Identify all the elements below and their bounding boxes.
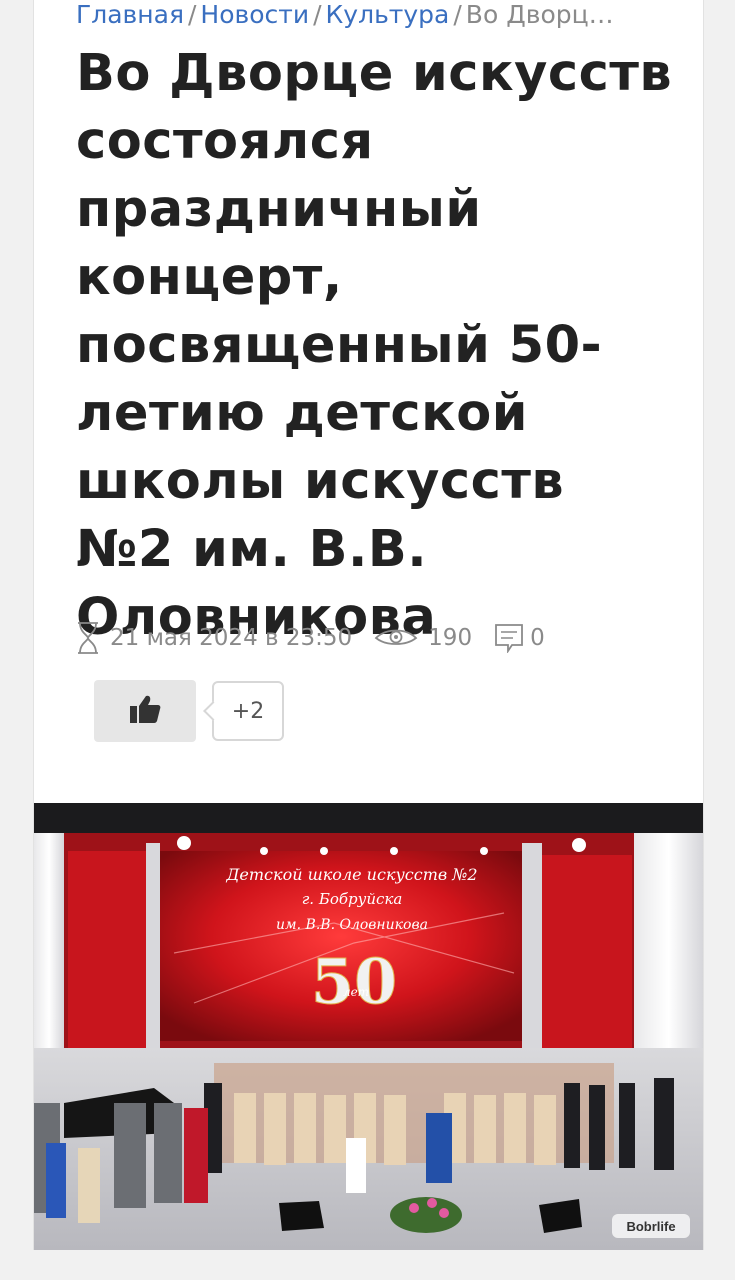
photo-screen-line3: им. В.В. Оловникова (276, 917, 428, 933)
breadcrumb-separator: / (187, 0, 197, 29)
thumbs-up-icon (128, 694, 162, 728)
like-count: +2 (212, 681, 284, 741)
breadcrumb-news-link[interactable]: Новости (200, 0, 309, 29)
article-date-text: 21 мая 2024 в 23:50 (110, 625, 353, 651)
breadcrumb: Главная / Новости / Культура / Во Дворц… (76, 0, 676, 30)
like-button[interactable] (94, 680, 196, 742)
breadcrumb-home-link[interactable]: Главная (76, 0, 184, 29)
article-date: 21 мая 2024 в 23:50 (76, 621, 352, 655)
photo-screen-line1: Детской школе искусств №2 (225, 865, 477, 884)
breadcrumb-separator: / (453, 0, 462, 29)
article-views-count: 190 (428, 625, 473, 651)
article-comments-count: 0 (530, 625, 545, 651)
like-block: +2 (94, 680, 284, 742)
breadcrumb-current: Во Дворц… (465, 0, 614, 29)
breadcrumb-separator: / (313, 0, 322, 29)
article-photo[interactable]: Детской школе искусств №2 г. Бобруйска и… (34, 803, 703, 1250)
photo-screen-number: 50 (311, 945, 397, 1018)
eye-icon (374, 626, 418, 650)
article-card: Главная / Новости / Культура / Во Дворц… Во Дв… (33, 0, 704, 1250)
photo-screen-line2: г. Бобруйска (302, 890, 403, 908)
breadcrumb-culture-link[interactable]: Культура (326, 0, 450, 29)
photo-screen-small: лет (343, 985, 369, 999)
article-comments[interactable]: 0 (494, 623, 545, 653)
article-views: 190 (374, 625, 472, 651)
photo-watermark: Bobrlife (626, 1219, 675, 1234)
comment-icon (494, 623, 524, 653)
hourglass-icon (76, 621, 100, 655)
article-title: Во Дворце искусств состоялся праздничный… (76, 44, 673, 647)
article-meta: 21 мая 2024 в 23:50 190 0 (76, 620, 567, 656)
